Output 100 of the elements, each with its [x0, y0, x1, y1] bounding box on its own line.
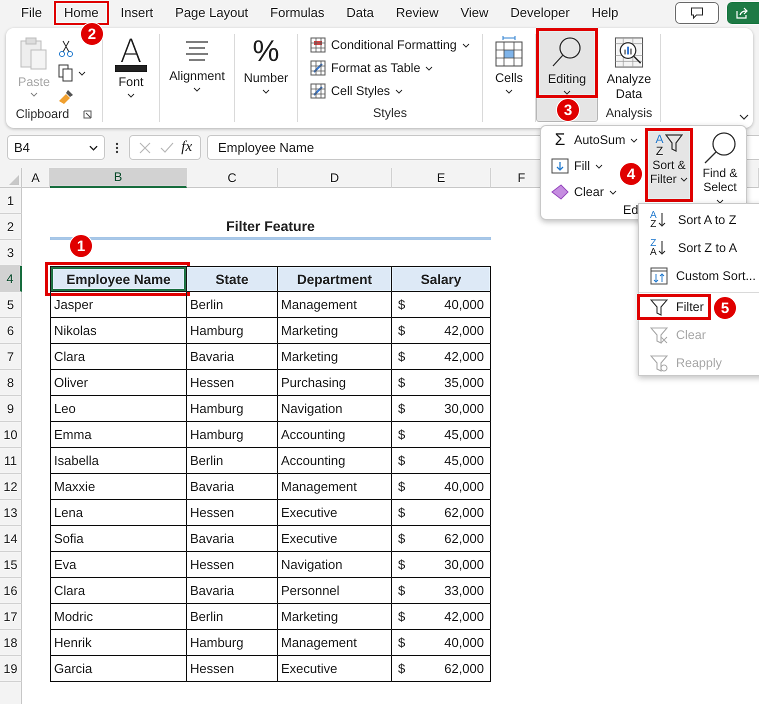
share-button[interactable]	[727, 2, 759, 24]
filter-icon	[650, 298, 668, 316]
styles-menu-button[interactable]: Conditional Formatting	[310, 36, 482, 54]
ribbon-button[interactable]: Analyze Data	[598, 34, 660, 104]
ribbon-tab[interactable]: Data	[336, 1, 384, 25]
magnifier-icon	[551, 35, 583, 69]
table-cell: Leo	[50, 396, 187, 422]
row-header[interactable]: 3	[0, 240, 22, 266]
row-header[interactable]: 11	[0, 448, 22, 474]
ribbon-button[interactable]: Alignment	[160, 34, 234, 104]
caret-icon	[395, 88, 404, 94]
column-header[interactable]: C	[187, 168, 278, 188]
currency-symbol: $	[398, 453, 406, 468]
row-header[interactable]: 8	[0, 370, 22, 396]
row-header[interactable]: 2	[0, 214, 22, 240]
scissors-icon[interactable]	[58, 40, 74, 58]
currency-symbol: $	[398, 505, 406, 520]
step-badge: 5	[713, 296, 737, 320]
styles-menu-button[interactable]: Format as Table	[310, 59, 482, 77]
salary-value: 62,000	[444, 531, 484, 546]
row-header[interactable]: 1	[0, 188, 22, 214]
row-header[interactable]: 6	[0, 318, 22, 344]
table-cell: Eva	[50, 552, 187, 578]
salary-value: 42,000	[444, 349, 484, 364]
ribbon-button[interactable]: Cells	[483, 34, 535, 104]
dropdown-icon	[89, 144, 98, 150]
row-header[interactable]: 13	[0, 500, 22, 526]
salary-value: 45,000	[444, 427, 484, 442]
row-header[interactable]: 15	[0, 552, 22, 578]
row-header[interactable]: 4	[0, 266, 22, 292]
row-header[interactable]: 7	[0, 344, 22, 370]
table-cell: Lena	[50, 500, 187, 526]
triangle-icon	[9, 175, 19, 185]
table-cell: Accounting	[278, 448, 392, 474]
currency-symbol: $	[398, 557, 406, 572]
comment-icon	[690, 6, 704, 20]
caret-icon	[30, 92, 38, 97]
editing-big-button[interactable]: A Z Sort & Filter	[645, 128, 693, 202]
ribbon-tab[interactable]: Help	[582, 1, 628, 25]
eraser-icon	[551, 184, 569, 200]
row-header[interactable]: 16	[0, 578, 22, 604]
column-header[interactable]: A	[22, 168, 50, 188]
menu-item[interactable]: A Z Sort A to Z	[637, 207, 744, 233]
row-header[interactable]: 5	[0, 292, 22, 318]
currency-symbol: $	[398, 531, 406, 546]
table-cell: Hessen	[187, 656, 278, 682]
table-cell: Modric	[50, 604, 187, 630]
currency-symbol: $	[398, 479, 406, 494]
table-cell: Maxxie	[50, 474, 187, 500]
row-header[interactable]: 17	[0, 604, 22, 630]
table-cell: Management	[278, 474, 392, 500]
row-header[interactable]: 12	[0, 474, 22, 500]
ribbon-tab[interactable]: Page Layout	[165, 1, 258, 25]
salary-value: 42,000	[444, 609, 484, 624]
table-cell: Nikolas	[50, 318, 187, 344]
collapse-ribbon-icon[interactable]	[739, 114, 749, 120]
more-options-icon[interactable]	[115, 140, 119, 154]
menu-item[interactable]: Filter	[637, 294, 711, 320]
currency-symbol: $	[398, 401, 406, 416]
row-header[interactable]: 19	[0, 656, 22, 682]
salary-value: 35,000	[444, 375, 484, 390]
ribbon-tab[interactable]: Review	[386, 1, 448, 25]
styles-menu-button[interactable]: Cell Styles	[310, 82, 482, 100]
row-header[interactable]: 9	[0, 396, 22, 422]
ribbon-tab[interactable]: File	[11, 1, 52, 25]
table-cell: Marketing	[278, 318, 392, 344]
currency-symbol: $	[398, 323, 406, 338]
salary-value: 30,000	[444, 401, 484, 416]
ribbon-button[interactable]: A Font	[103, 34, 159, 104]
row-header[interactable]: 14	[0, 526, 22, 552]
row-header[interactable]: 18	[0, 630, 22, 656]
column-header[interactable]: E	[392, 168, 491, 188]
menu-item[interactable]: Custom Sort...	[637, 263, 759, 289]
column-header[interactable]: B	[50, 168, 187, 188]
table-cell: Clara	[50, 578, 187, 604]
group-label: Ed	[623, 203, 638, 217]
column-header[interactable]: D	[278, 168, 392, 188]
ribbon-tab[interactable]: Developer	[500, 1, 580, 25]
dialog-launcher-icon[interactable]	[83, 110, 92, 118]
reapply-filter-icon	[650, 354, 668, 372]
copy-icon[interactable]	[58, 64, 74, 82]
ribbon-tab[interactable]: Formulas	[260, 1, 334, 25]
comments-button[interactable]	[675, 2, 719, 24]
column-heading: Department	[278, 266, 392, 292]
magnifier-icon	[703, 131, 737, 165]
ribbon-button[interactable]: % Number	[235, 34, 297, 104]
format-painter-icon[interactable]	[58, 88, 76, 106]
table-cell: Accounting	[278, 422, 392, 448]
table-cell: Garcia	[50, 656, 187, 682]
menu-item[interactable]: Z A Sort Z to A	[637, 235, 744, 261]
table-cell: Personnel	[278, 578, 392, 604]
table-cell: Hessen	[187, 500, 278, 526]
ribbon-tab[interactable]: View	[450, 1, 498, 25]
name-box[interactable]: B4	[7, 135, 105, 160]
insert-function-button[interactable]: fx	[181, 139, 192, 156]
currency-symbol: $	[398, 375, 406, 390]
table-cell: Berlin	[187, 448, 278, 474]
check-icon[interactable]	[160, 140, 174, 154]
ribbon-tab[interactable]: Insert	[110, 1, 164, 25]
row-header[interactable]: 10	[0, 422, 22, 448]
